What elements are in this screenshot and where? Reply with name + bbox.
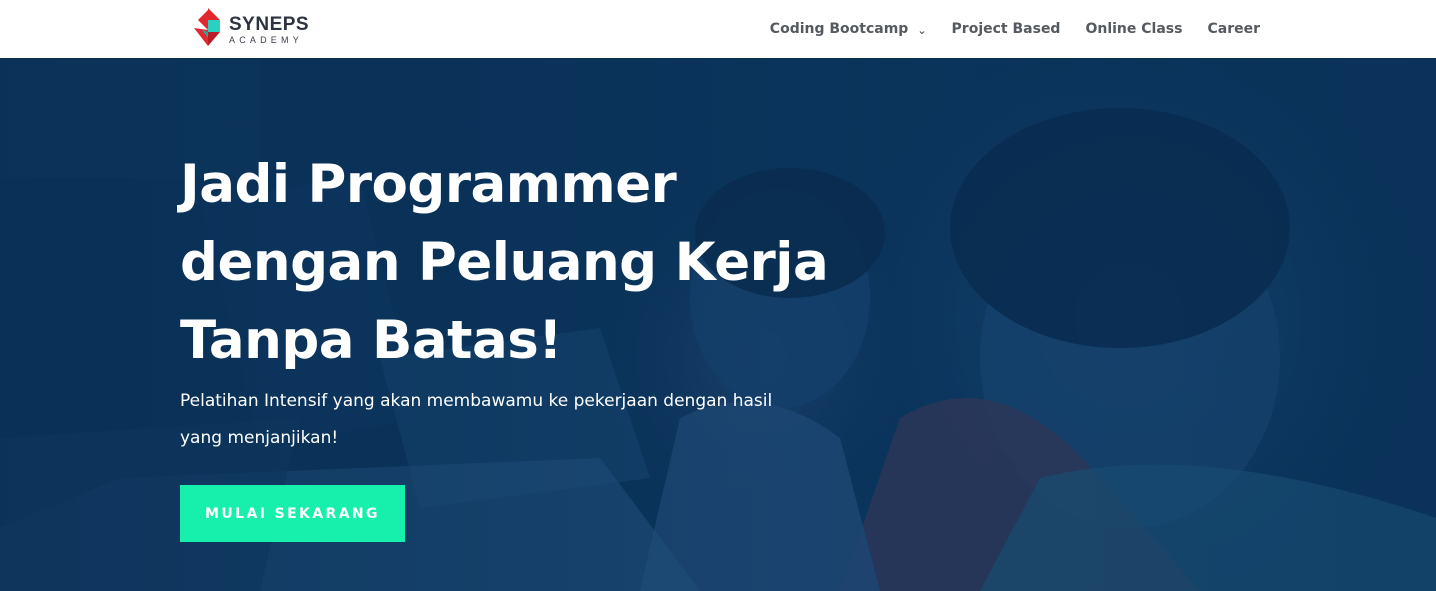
- logo-wordmark: SYNEPS: [229, 14, 310, 35]
- nav-item-label: Project Based: [951, 21, 1061, 37]
- hero-title: Jadi Programmer dengan Peluang Kerja Tan…: [180, 146, 829, 380]
- hero-title-line: Jadi Programmer: [180, 154, 677, 215]
- nav-item-label: Career: [1207, 21, 1260, 37]
- hero-subtitle: Pelatihan Intensif yang akan membawamu k…: [180, 391, 773, 448]
- chevron-down-icon: ⌄: [917, 23, 927, 37]
- nav-item-career[interactable]: Career: [1207, 21, 1260, 37]
- main-navigation: Coding Bootcamp ⌄ Project Based Online C…: [745, 0, 1260, 58]
- hero-title-line: Tanpa Batas!: [180, 310, 562, 371]
- nav-item-project-based[interactable]: Project Based: [952, 21, 1061, 37]
- hero-section: Jadi Programmer dengan Peluang Kerja Tan…: [0, 58, 1436, 591]
- nav-item-label: Online Class: [1085, 21, 1183, 37]
- nav-item-coding-bootcamp[interactable]: Coding Bootcamp ⌄: [770, 21, 927, 37]
- nav-item-label: Coding Bootcamp: [769, 21, 909, 37]
- syneps-logo-icon: [194, 8, 220, 46]
- site-header: SYNEPS ACADEMY Coding Bootcamp ⌄ Project…: [0, 0, 1436, 58]
- hero-title-line: dengan Peluang Kerja: [180, 232, 829, 293]
- logo-subtitle: ACADEMY: [229, 35, 303, 45]
- syneps-academy-logo[interactable]: SYNEPS ACADEMY: [192, 6, 312, 50]
- nav-item-online-class[interactable]: Online Class: [1085, 21, 1182, 37]
- mulai-sekarang-button[interactable]: MULAI SEKARANG: [180, 485, 405, 542]
